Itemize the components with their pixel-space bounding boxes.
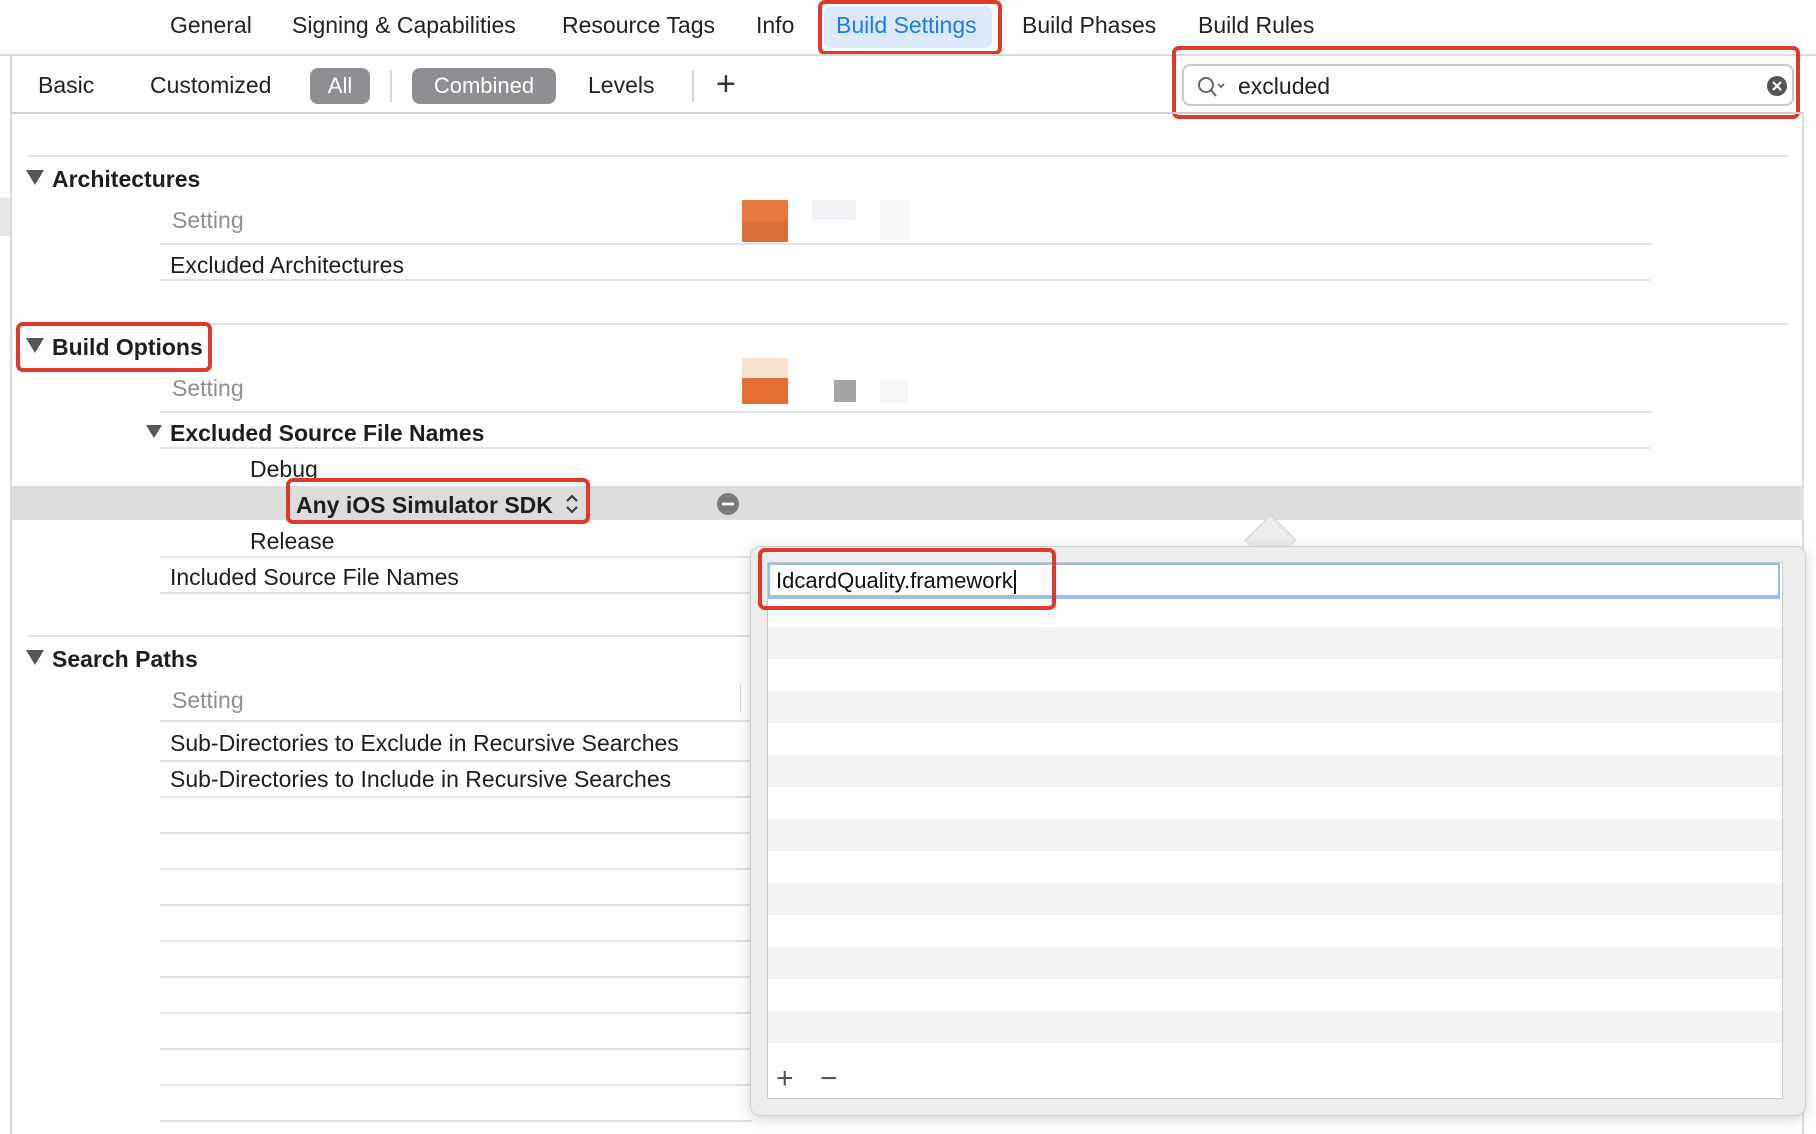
editor-left-border <box>10 56 12 1134</box>
target-icon <box>742 378 788 404</box>
add-item-button[interactable]: + <box>776 1062 794 1096</box>
section-divider <box>28 323 1788 325</box>
list-stripe <box>768 691 1782 723</box>
filter-levels[interactable]: Levels <box>588 72 654 99</box>
row-divider <box>160 411 1652 413</box>
empty-row-divider <box>160 1120 752 1122</box>
target-icon-lower <box>742 222 788 242</box>
disclosure-triangle-icon[interactable] <box>146 425 162 439</box>
left-gutter-marker <box>0 198 10 236</box>
remove-item-button[interactable]: − <box>820 1062 838 1096</box>
highlight-build-options <box>16 322 212 372</box>
empty-row-divider <box>160 832 752 834</box>
row-divider <box>160 592 752 594</box>
setting-header: Setting <box>172 687 244 713</box>
tab-general[interactable]: General <box>170 12 252 39</box>
value-list[interactable]: IdcardQuality.framework <box>767 562 1783 1066</box>
highlight-sdk-selector <box>286 478 590 524</box>
empty-row-divider <box>160 1084 752 1086</box>
blurred-column-header <box>880 380 908 402</box>
section-divider <box>28 635 752 637</box>
filter-basic[interactable]: Basic <box>38 72 94 99</box>
row-subdirs-exclude[interactable]: Sub-Directories to Exclude in Recursive … <box>170 730 679 757</box>
tab-resource-tags[interactable]: Resource Tags <box>562 12 715 39</box>
tab-build-phases[interactable]: Build Phases <box>1022 12 1156 39</box>
disclosure-triangle-icon[interactable] <box>26 170 44 186</box>
highlight-build-settings-tab <box>818 0 1002 55</box>
list-stripe <box>768 947 1782 979</box>
tab-info[interactable]: Info <box>756 12 794 39</box>
empty-row-divider <box>160 868 752 870</box>
project-icon <box>834 380 856 402</box>
blurred-column-header <box>812 200 856 220</box>
section-search-paths[interactable]: Search Paths <box>26 646 198 673</box>
list-stripe <box>768 1011 1782 1043</box>
row-divider <box>160 796 752 798</box>
row-included-source-file-names[interactable]: Included Source File Names <box>170 564 459 591</box>
setting-header: Setting <box>172 375 244 401</box>
column-separator <box>740 684 741 712</box>
empty-row-divider <box>160 904 752 906</box>
tab-build-rules[interactable]: Build Rules <box>1198 12 1314 39</box>
list-stripe <box>768 883 1782 915</box>
list-stripe <box>768 627 1782 659</box>
row-divider <box>160 556 752 558</box>
row-excluded-source-file-names[interactable]: Excluded Source File Names <box>146 420 484 447</box>
setting-header: Setting <box>172 207 244 233</box>
blurred-column-header-2 <box>880 200 910 240</box>
section-title: Search Paths <box>52 646 198 672</box>
row-release[interactable]: Release <box>250 528 334 555</box>
section-architectures[interactable]: Architectures <box>26 166 200 193</box>
row-divider <box>160 720 752 722</box>
row-subdirs-include[interactable]: Sub-Directories to Include in Recursive … <box>170 766 671 793</box>
filter-combined[interactable]: Combined <box>412 68 556 104</box>
target-icon-faded <box>742 358 788 378</box>
section-title: Architectures <box>52 166 201 192</box>
row-excluded-architectures[interactable]: Excluded Architectures <box>170 252 404 279</box>
empty-row-divider <box>160 1048 752 1050</box>
target-icon <box>742 200 788 222</box>
list-controls: + − <box>767 1062 1783 1099</box>
highlight-framework-entry <box>758 548 1056 610</box>
filter-customized[interactable]: Customized <box>150 72 271 99</box>
row-label: Excluded Source File Names <box>170 420 485 446</box>
empty-row-divider <box>160 1012 752 1014</box>
filter-bar-divider <box>12 112 1804 114</box>
empty-row-divider <box>160 976 752 978</box>
remove-condition-icon[interactable] <box>716 492 740 521</box>
filter-separator-2 <box>692 70 694 102</box>
empty-row-divider <box>160 940 752 942</box>
filter-all[interactable]: All <box>310 68 370 104</box>
list-stripe <box>768 755 1782 787</box>
tab-signing-capabilities[interactable]: Signing & Capabilities <box>292 12 516 39</box>
list-stripe <box>768 819 1782 851</box>
disclosure-triangle-icon[interactable] <box>26 650 44 666</box>
highlight-search-field <box>1172 46 1800 119</box>
add-setting-button[interactable]: + <box>716 62 736 106</box>
row-divider <box>160 243 1652 245</box>
selected-row-sdk[interactable] <box>12 486 1804 520</box>
row-divider <box>160 447 1652 449</box>
row-divider <box>160 279 1652 281</box>
filter-separator <box>390 70 392 102</box>
row-divider <box>160 760 752 762</box>
section-divider <box>28 155 1788 157</box>
